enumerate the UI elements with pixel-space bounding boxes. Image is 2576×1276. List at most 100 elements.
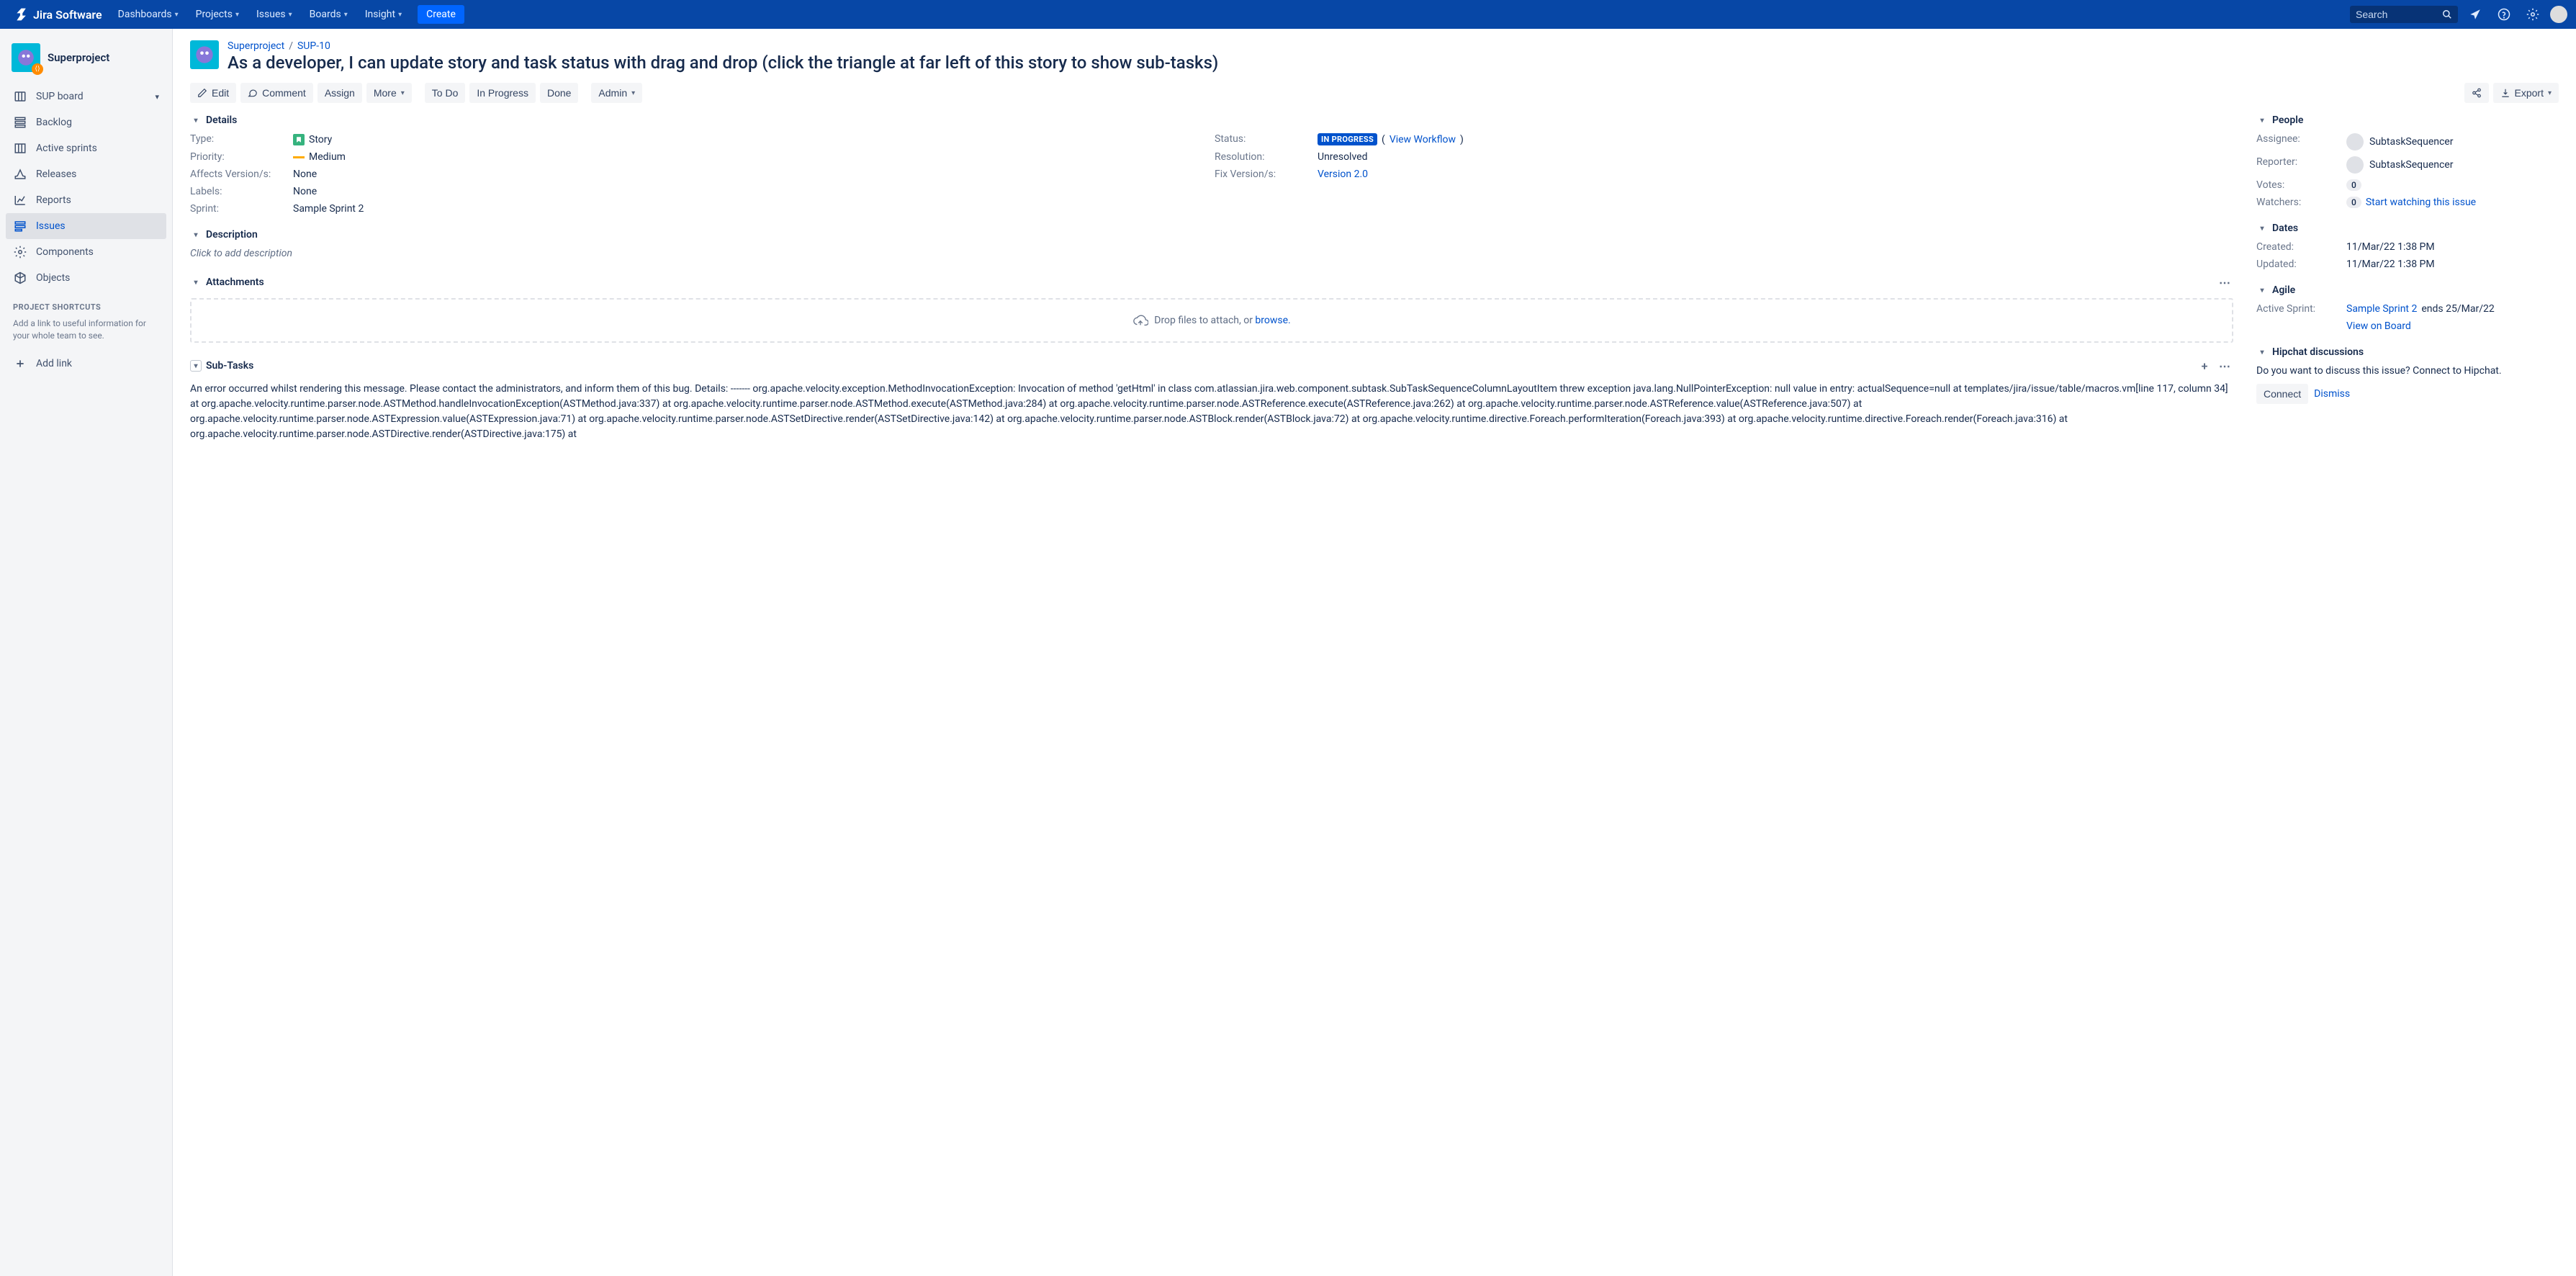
hipchat-connect-button[interactable]: Connect [2256, 384, 2308, 404]
chevron-down-icon: ▾ [344, 11, 348, 19]
notifications-icon[interactable] [2464, 3, 2487, 26]
attachments-section: ▾ Attachments ⋯ Drop files to attach, or… [190, 274, 2233, 343]
topbar: Jira Software Dashboards▾ Projects▾ Issu… [0, 0, 2576, 29]
sidebar: ⟨⟩ Superproject SUP board ▾ Backlog Acti… [0, 29, 173, 1276]
nav-issues[interactable]: Issues▾ [249, 0, 300, 29]
export-button[interactable]: Export▾ [2493, 83, 2559, 103]
breadcrumb: Superproject / SUP-10 [228, 40, 2559, 52]
help-icon[interactable] [2492, 3, 2516, 26]
view-on-board-link[interactable]: View on Board [2346, 320, 2411, 332]
hipchat-dismiss-link[interactable]: Dismiss [2314, 388, 2350, 400]
story-type-icon [293, 134, 305, 145]
nav-boards[interactable]: Boards▾ [302, 0, 355, 29]
sidebar-components[interactable]: Components [6, 239, 166, 265]
chevron-down-icon: ▾ [175, 11, 179, 19]
reports-icon [13, 193, 27, 207]
reporter-label: Reporter: [2256, 156, 2346, 174]
active-sprint-label: Active Sprint: [2256, 303, 2346, 315]
done-button[interactable]: Done [540, 83, 578, 103]
share-button[interactable] [2464, 83, 2489, 103]
comment-button[interactable]: Comment [240, 83, 313, 103]
breadcrumb-key[interactable]: SUP-10 [297, 40, 330, 52]
more-actions-icon[interactable]: ⋯ [2216, 274, 2233, 291]
description-header: Description [206, 229, 258, 241]
description-placeholder[interactable]: Click to add description [190, 248, 2233, 259]
sidebar-backlog[interactable]: Backlog [6, 109, 166, 135]
attachments-header: Attachments [206, 277, 264, 288]
sidebar-objects[interactable]: Objects [6, 265, 166, 291]
search-input[interactable] [2356, 9, 2442, 20]
assign-button[interactable]: Assign [318, 83, 362, 103]
more-actions-icon[interactable]: ⋯ [2216, 357, 2233, 374]
sidebar-releases[interactable]: Releases [6, 161, 166, 187]
issues-icon [13, 219, 27, 233]
affects-label: Affects Version/s: [190, 169, 287, 180]
subtasks-header: Sub-Tasks [206, 360, 253, 372]
fix-version-link[interactable]: Version 2.0 [1318, 169, 1368, 180]
issue-project-avatar [190, 40, 219, 69]
collapse-toggle[interactable]: ▾ [2256, 284, 2268, 296]
votes-label: Votes: [2256, 179, 2346, 191]
shortcuts-title: PROJECT SHORTCUTS [6, 291, 166, 315]
product-logo[interactable]: Jira Software [9, 7, 108, 22]
issue-title: As a developer, I can update story and t… [228, 52, 2559, 74]
plus-icon [13, 356, 27, 371]
browse-link[interactable]: browse. [1255, 315, 1290, 326]
agile-header: Agile [2272, 284, 2295, 296]
sidebar-board[interactable]: SUP board ▾ [6, 84, 166, 109]
objects-icon [13, 271, 27, 285]
start-watching-link[interactable]: Start watching this issue [2366, 197, 2476, 208]
watchers-count: 0 [2346, 197, 2361, 208]
priority-label: Priority: [190, 151, 287, 163]
nav-projects[interactable]: Projects▾ [189, 0, 246, 29]
inprogress-button[interactable]: In Progress [469, 83, 536, 103]
chevron-down-icon: ▾ [155, 92, 159, 102]
nav-dashboards[interactable]: Dashboards▾ [111, 0, 186, 29]
collapse-toggle[interactable]: ▾ [2256, 223, 2268, 234]
priority-medium-icon [293, 156, 305, 158]
search-icon [2442, 9, 2452, 19]
sidebar-issues[interactable]: Issues [6, 213, 166, 239]
nav-insight[interactable]: Insight▾ [358, 0, 409, 29]
sidebar-add-link[interactable]: Add link [6, 351, 166, 377]
product-name: Jira Software [33, 8, 102, 22]
sidebar-active-sprints[interactable]: Active sprints [6, 135, 166, 161]
sidebar-reports[interactable]: Reports [6, 187, 166, 213]
search-box[interactable] [2350, 6, 2458, 23]
edit-button[interactable]: Edit [190, 83, 236, 103]
admin-button[interactable]: Admin▾ [591, 83, 642, 103]
more-button[interactable]: More▾ [366, 83, 412, 103]
add-subtask-icon[interactable]: + [2196, 357, 2213, 374]
collapse-toggle[interactable]: ▾ [2256, 346, 2268, 358]
releases-icon [13, 167, 27, 181]
create-button[interactable]: Create [418, 5, 464, 24]
user-avatar[interactable] [2550, 6, 2567, 23]
dates-header: Dates [2272, 223, 2298, 234]
project-header[interactable]: ⟨⟩ Superproject [6, 40, 166, 84]
chevron-down-icon: ▾ [289, 11, 292, 19]
collapse-toggle[interactable]: ▾ [190, 114, 202, 126]
active-sprint-link[interactable]: Sample Sprint 2 [2346, 303, 2417, 315]
todo-button[interactable]: To Do [425, 83, 466, 103]
view-workflow-link[interactable]: View Workflow [1390, 134, 1456, 145]
people-header: People [2272, 114, 2303, 126]
avatar [2346, 133, 2364, 150]
chevron-down-icon: ▾ [401, 89, 405, 97]
collapse-toggle[interactable]: ▾ [190, 229, 202, 241]
collapse-toggle[interactable]: ▾ [190, 277, 202, 288]
subtasks-section: ▾ Sub-Tasks + ⋯ An error occurred whilst… [190, 357, 2233, 442]
dates-section: ▾ Dates Created: 11/Mar/22 1:38 PM Updat… [2256, 223, 2559, 270]
settings-icon[interactable] [2521, 3, 2544, 26]
details-section: ▾ Details Type: Story Status: IN PROGRES… [190, 114, 2233, 215]
subtasks-error: An error occurred whilst rendering this … [190, 382, 2233, 442]
components-icon [13, 245, 27, 259]
collapse-toggle[interactable]: ▾ [190, 360, 202, 372]
hipchat-section: ▾ Hipchat discussions Do you want to dis… [2256, 346, 2559, 404]
agile-section: ▾ Agile Active Sprint: Sample Sprint 2 e… [2256, 284, 2559, 332]
labels-label: Labels: [190, 186, 287, 197]
collapse-toggle[interactable]: ▾ [2256, 114, 2268, 126]
issue-toolbar: Edit Comment Assign More▾ To Do In Progr… [190, 83, 2559, 103]
assignee-label: Assignee: [2256, 133, 2346, 150]
breadcrumb-project[interactable]: Superproject [228, 40, 284, 52]
attachment-dropzone[interactable]: Drop files to attach, or browse. [190, 298, 2233, 343]
